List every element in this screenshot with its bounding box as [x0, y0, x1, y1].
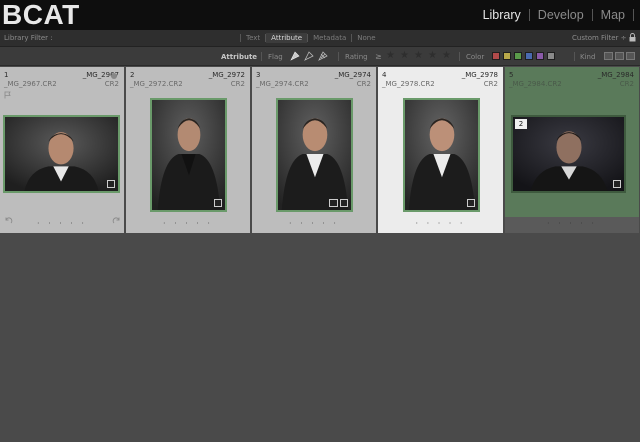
rating-dots[interactable]: · · · · · — [378, 220, 503, 228]
color-label-blue[interactable] — [525, 52, 533, 60]
develop-adjustments-badge[interactable] — [214, 199, 222, 207]
kind-master-icon[interactable] — [604, 52, 613, 60]
attribute-separator — [574, 52, 575, 61]
cell-index: 3 — [256, 71, 261, 79]
cell-filename: _MG_2972 — [208, 71, 245, 79]
develop-adjustments-badge[interactable] — [107, 180, 115, 188]
thumbnail-grid: 1 _MG_2967 _MG_2967.CR2 CR2 · · · · · 2 … — [0, 67, 640, 233]
portrait-photo — [513, 117, 624, 191]
rating-dots[interactable]: · · · · · — [252, 220, 376, 228]
flag-rejected-icon[interactable] — [317, 50, 329, 62]
attribute-filter-bar: Attribute Flag Rating ≥ ★ ★ ★ ★ ★ Color … — [0, 47, 640, 66]
filter-tab-text[interactable]: Text — [241, 33, 265, 43]
color-label-yellow[interactable] — [503, 52, 511, 60]
cell-index: 5 — [509, 71, 514, 79]
attribute-separator — [459, 52, 460, 61]
cell-filename: _MG_2978 — [461, 71, 498, 79]
custom-filter-select[interactable]: Custom Filter ÷ — [572, 34, 626, 42]
top-bar: BCAT Library Develop Map — [0, 0, 640, 30]
portrait-photo — [278, 100, 351, 210]
develop-adjustments-badge[interactable] — [613, 180, 621, 188]
star-icon[interactable]: ★ — [400, 50, 409, 62]
lock-icon[interactable] — [629, 33, 636, 42]
rating-label: Rating — [345, 53, 368, 61]
filter-tab-metadata[interactable]: Metadata — [308, 33, 351, 43]
module-library[interactable]: Library — [475, 8, 529, 22]
kind-video-icon[interactable] — [626, 52, 635, 60]
flag-label: Flag — [268, 53, 283, 61]
portrait-photo — [152, 100, 225, 210]
grid-cell[interactable]: 1 _MG_2967 _MG_2967.CR2 CR2 · · · · · — [0, 67, 125, 233]
thumbnail[interactable] — [403, 98, 480, 212]
cell-extension: CR2 — [619, 80, 634, 88]
flag-picked-icon[interactable] — [289, 50, 301, 62]
flag-icon[interactable] — [4, 91, 11, 99]
grid-cell-selected[interactable]: 4 _MG_2978 _MG_2978.CR2 CR2 · · · · · — [378, 67, 504, 233]
filter-tab-attribute[interactable]: Attribute — [266, 33, 308, 43]
attribute-separator — [261, 52, 262, 61]
color-label: Color — [466, 53, 485, 61]
cell-index: 2 — [130, 71, 135, 79]
cell-extension: CR2 — [230, 80, 245, 88]
crop-badge[interactable] — [329, 199, 338, 207]
star-icon[interactable]: ★ — [442, 50, 451, 62]
cell-fullname: _MG_2972.CR2 — [130, 80, 183, 88]
rating-operator[interactable]: ≥ — [375, 52, 382, 61]
module-separator — [633, 9, 634, 21]
thumbnail[interactable] — [3, 115, 120, 193]
cell-extension: CR2 — [483, 80, 498, 88]
rating-dots[interactable]: · · · · · — [505, 220, 639, 228]
thumbnail[interactable] — [276, 98, 353, 212]
color-label-red[interactable] — [492, 52, 500, 60]
star-icon[interactable]: ★ — [428, 50, 437, 62]
stack-count-badge[interactable]: 2 — [515, 119, 527, 129]
develop-adjustments-badge[interactable] — [467, 199, 475, 207]
cell-fullname: _MG_2967.CR2 — [4, 80, 57, 88]
color-label-other[interactable] — [547, 52, 555, 60]
color-label-purple[interactable] — [536, 52, 544, 60]
cell-filename: _MG_2984 — [597, 71, 634, 79]
grid-cell-stack[interactable]: 5 _MG_2984 _MG_2984.CR2 CR2 2 · · · · · — [505, 67, 640, 233]
thumbnail[interactable]: 2 — [511, 115, 626, 193]
library-filter-bar: Library Filter : Text Attribute Metadata… — [0, 30, 640, 47]
kind-label: Kind — [580, 53, 596, 61]
cell-fullname: _MG_2978.CR2 — [382, 80, 435, 88]
module-map[interactable]: Map — [593, 8, 633, 22]
color-label-green[interactable] — [514, 52, 522, 60]
rotate-right-icon[interactable] — [112, 217, 121, 226]
star-icon[interactable]: ★ — [414, 50, 423, 62]
cell-fullname: _MG_2974.CR2 — [256, 80, 309, 88]
cell-fullname: _MG_2984.CR2 — [509, 80, 562, 88]
cell-filename: _MG_2974 — [334, 71, 371, 79]
grid-cell[interactable]: 2 _MG_2972 _MG_2972.CR2 CR2 · · · · · — [126, 67, 251, 233]
module-develop[interactable]: Develop — [530, 8, 592, 22]
filter-tab-none[interactable]: None — [352, 33, 380, 43]
attribute-separator — [338, 52, 339, 61]
filter-tabs: Text Attribute Metadata None — [240, 33, 381, 43]
cell-index: 1 — [4, 71, 9, 79]
quick-collection-icon[interactable] — [111, 73, 117, 79]
cell-extension: CR2 — [104, 80, 119, 88]
rating-dots[interactable]: · · · · · — [0, 220, 124, 228]
library-filter-label: Library Filter : — [4, 34, 53, 42]
identity-plate-logo: BCAT — [2, 0, 80, 30]
rating-dots[interactable]: · · · · · — [126, 220, 250, 228]
module-picker: Library Develop Map — [475, 0, 640, 30]
thumbnail[interactable] — [150, 98, 227, 212]
flag-unflagged-icon[interactable] — [303, 50, 315, 62]
portrait-photo — [5, 117, 118, 191]
cell-extension: CR2 — [356, 80, 371, 88]
cell-index: 4 — [382, 71, 387, 79]
kind-virtual-copy-icon[interactable] — [615, 52, 624, 60]
develop-adjustments-badge[interactable] — [340, 199, 348, 207]
portrait-photo — [405, 100, 478, 210]
star-icon[interactable]: ★ — [386, 50, 395, 62]
grid-cell[interactable]: 3 _MG_2974 _MG_2974.CR2 CR2 · · · · · — [252, 67, 377, 233]
attribute-title: Attribute — [221, 53, 258, 61]
